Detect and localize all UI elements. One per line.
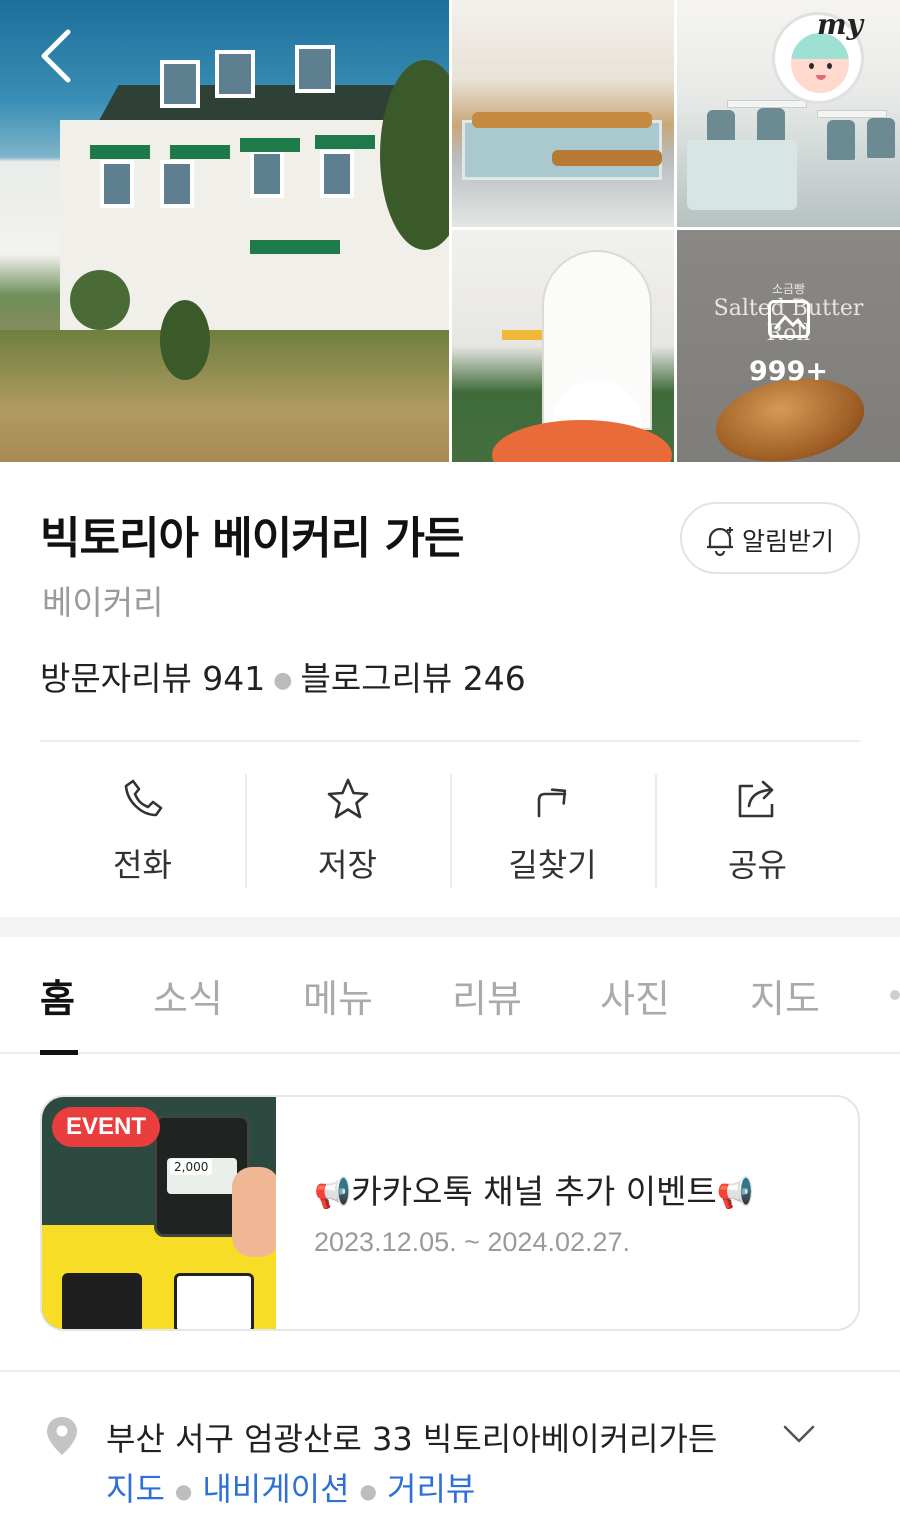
divider xyxy=(40,740,860,742)
section-spacer xyxy=(0,917,900,937)
tab-more-indicator[interactable] xyxy=(890,990,900,1000)
share-label: 공유 xyxy=(728,846,787,884)
phone-icon xyxy=(124,779,162,817)
photo-gallery: 소금빵 Salted Butter Roll 999+ my xyxy=(0,0,900,462)
address-text: 부산 서구 엄광산로 33 빅토리아베이커리가든 xyxy=(106,1420,718,1458)
share-button[interactable]: 공유 xyxy=(655,770,860,890)
separator-dot: ● xyxy=(174,1479,193,1503)
photo-bakery-counter[interactable] xyxy=(452,0,674,227)
tab-news[interactable]: 소식 xyxy=(153,968,223,1023)
address-links: 지도 ● 내비게이션 ● 거리뷰 xyxy=(106,1464,475,1510)
share-icon xyxy=(738,780,773,818)
directions-label: 길찾기 xyxy=(508,846,597,884)
tab-home[interactable]: 홈 xyxy=(40,968,75,1023)
save-label: 저장 xyxy=(318,846,377,884)
megaphone-icon: 📢 xyxy=(716,1176,755,1211)
chevron-left-icon xyxy=(41,29,71,83)
tab-bar: 홈 소식 메뉴 리뷰 사진 지도 xyxy=(0,938,900,1054)
street-view-link[interactable]: 거리뷰 xyxy=(387,1470,475,1508)
event-thumbnail: 2,000 EVENT xyxy=(42,1097,276,1329)
photo-count: 999+ xyxy=(749,356,828,387)
megaphone-icon: 📢 xyxy=(314,1176,352,1211)
notify-button[interactable]: 알림받기 xyxy=(680,502,860,574)
event-card[interactable]: 2,000 EVENT 📢카카오톡 채널 추가 이벤트📢 2023.12.05.… xyxy=(40,1095,860,1331)
save-button[interactable]: 저장 xyxy=(245,770,450,890)
navigation-link[interactable]: 내비게이션 xyxy=(202,1470,349,1508)
call-button[interactable]: 전화 xyxy=(40,770,245,890)
back-button[interactable] xyxy=(38,28,78,84)
call-label: 전화 xyxy=(113,846,172,884)
my-label: my xyxy=(817,8,863,41)
active-tab-indicator xyxy=(40,1050,78,1055)
separator-dot: ● xyxy=(359,1479,377,1503)
location-pin-icon xyxy=(47,1417,77,1455)
tab-map[interactable]: 지도 xyxy=(750,968,820,1023)
divider xyxy=(0,1370,900,1372)
event-title: 📢카카오톡 채널 추가 이벤트📢 xyxy=(314,1165,754,1213)
star-icon xyxy=(327,778,368,819)
tab-photo[interactable]: 사진 xyxy=(600,968,670,1023)
place-category: 베이커리 xyxy=(42,583,164,622)
separator-dot: ● xyxy=(273,668,293,693)
chevron-down-icon[interactable] xyxy=(782,1422,816,1446)
review-summary: 방문자리뷰 941 ● 블로그리뷰 246 xyxy=(40,652,526,700)
directions-icon xyxy=(537,788,566,818)
tab-review[interactable]: 리뷰 xyxy=(452,968,522,1023)
thumb-price: 2,000 xyxy=(170,1159,213,1175)
notify-label: 알림받기 xyxy=(742,527,835,556)
blog-review-link[interactable]: 블로그리뷰 246 xyxy=(300,659,525,698)
menu-photo-korean-name: 소금빵 xyxy=(771,282,806,296)
map-link[interactable]: 지도 xyxy=(106,1470,165,1508)
photo-interior-arch[interactable] xyxy=(452,230,674,462)
event-title-text: 카카오톡 채널 추가 이벤트 xyxy=(351,1172,717,1211)
tab-menu[interactable]: 메뉴 xyxy=(303,968,373,1023)
tab-divider xyxy=(0,1052,900,1054)
photo-salted-butter-roll[interactable]: 소금빵 Salted Butter Roll 999+ xyxy=(677,230,900,462)
event-badge: EVENT xyxy=(52,1107,161,1147)
event-date: 2023.12.05. ~ 2024.02.27. xyxy=(314,1227,631,1257)
avatar xyxy=(791,33,849,93)
visitor-review-link[interactable]: 방문자리뷰 941 xyxy=(40,659,265,698)
place-name: 빅토리아 베이커리 가든 xyxy=(40,513,464,564)
image-stack-icon xyxy=(768,300,810,338)
directions-button[interactable]: 길찾기 xyxy=(450,770,655,890)
action-bar: 전화 저장 길찾기 공유 xyxy=(40,770,860,890)
bell-plus-icon xyxy=(707,527,733,556)
